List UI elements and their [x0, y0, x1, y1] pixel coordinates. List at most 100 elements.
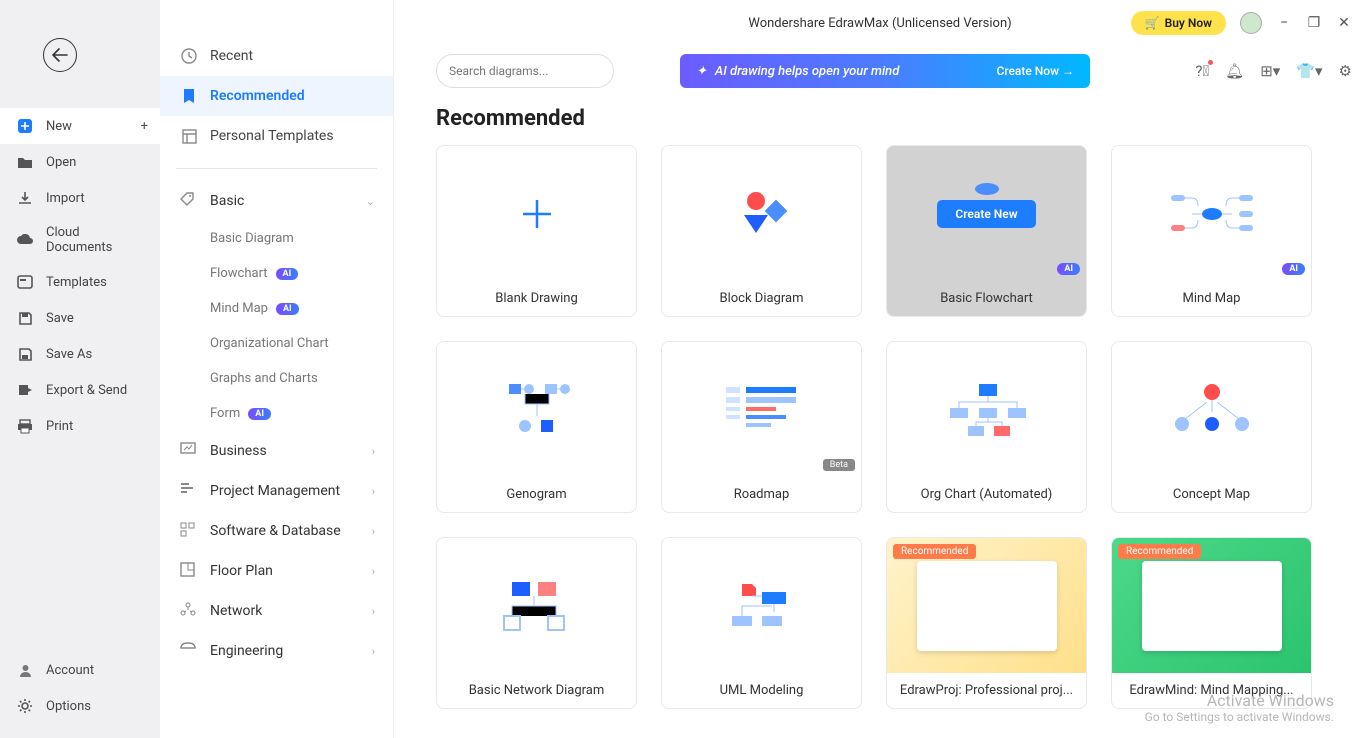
menu-options[interactable]: Options	[0, 688, 160, 724]
card-block-diagram[interactable]: Block Diagram	[661, 145, 862, 317]
chevron-right-icon: ›	[372, 645, 375, 658]
search-box[interactable]	[436, 54, 614, 88]
cat-basic[interactable]: Basic⌄	[160, 181, 393, 221]
menu-templates[interactable]: Templates	[0, 264, 160, 300]
cat-recommended[interactable]: Recommended	[160, 76, 393, 116]
folder-icon	[16, 153, 34, 171]
cat-engineering[interactable]: Engineering ›	[160, 631, 393, 671]
menu-label: New	[46, 119, 72, 134]
menu-open[interactable]: Open	[0, 144, 160, 180]
ai-banner[interactable]: ✦ AI drawing helps open your mind Create…	[680, 54, 1090, 88]
cat-network[interactable]: Network›	[160, 591, 393, 631]
avatar[interactable]	[1240, 12, 1262, 34]
banner-cta: Create Now →	[997, 64, 1074, 78]
file-menu-bottom: Account Options	[0, 652, 160, 724]
chevron-right-icon: ›	[372, 445, 375, 458]
create-new-button[interactable]: Create New	[937, 200, 1035, 228]
search-input[interactable]	[449, 64, 605, 78]
menu-save[interactable]: Save	[0, 300, 160, 336]
menu-print[interactable]: Print	[0, 408, 160, 444]
genogram-icon	[497, 380, 577, 440]
card-uml[interactable]: UML Modeling	[661, 537, 862, 709]
card-label: Block Diagram	[662, 281, 861, 316]
help-icon[interactable]: ?⃝	[1195, 62, 1209, 80]
cat-recent[interactable]: Recent	[160, 36, 393, 76]
card-label: EdrawProj: Professional proj...	[887, 673, 1086, 708]
apps-icon[interactable]: ⊞▾	[1260, 62, 1280, 80]
chevron-right-icon: ›	[372, 525, 375, 538]
uml-icon	[722, 578, 802, 633]
card-orgchart[interactable]: Org Chart (Automated)	[886, 341, 1087, 513]
maximize-button[interactable]: ❐	[1306, 15, 1322, 31]
engineering-icon	[180, 642, 198, 660]
network-diagram-icon	[492, 576, 582, 636]
card-label: Basic Network Diagram	[437, 673, 636, 708]
save-icon	[16, 309, 34, 327]
label: Business	[210, 443, 267, 459]
floorplan-icon	[180, 562, 198, 580]
menu-label: Cloud Documents	[46, 225, 144, 255]
cat-personal[interactable]: Personal Templates	[160, 116, 393, 156]
print-icon	[16, 417, 34, 435]
main-area: Wondershare EdrawMax (Unlicensed Version…	[394, 0, 1366, 738]
card-edrawproj[interactable]: RecommendedEdrawProj: Professional proj.…	[886, 537, 1087, 709]
menu-import[interactable]: Import	[0, 180, 160, 216]
back-button[interactable]	[43, 38, 77, 72]
minimize-button[interactable]: −	[1276, 15, 1292, 31]
cart-icon: 🛒	[1145, 16, 1160, 30]
gift-icon[interactable]: 👕▾	[1296, 62, 1322, 80]
settings-icon[interactable]: ⚙	[1339, 62, 1352, 80]
bell-icon[interactable]: 🔔︎	[1225, 62, 1244, 80]
category-top: Recent Recommended Personal Templates	[160, 0, 393, 156]
close-button[interactable]: ✕	[1336, 15, 1352, 31]
menu-label: Import	[46, 191, 85, 206]
menu-new[interactable]: New +	[0, 108, 160, 144]
menu-cloud[interactable]: Cloud Documents	[0, 216, 160, 264]
card-basic-network[interactable]: Basic Network Diagram	[436, 537, 637, 709]
label: Flowchart	[210, 266, 268, 281]
label: Engineering	[210, 643, 283, 659]
cat-floor[interactable]: Floor Plan›	[160, 551, 393, 591]
recommended-badge: Recommended	[1118, 544, 1201, 559]
toolbar-icons: ?⃝ 🔔︎ ⊞▾ 👕▾ ⚙	[1195, 62, 1352, 80]
sub-basic-diagram[interactable]: Basic Diagram	[160, 221, 393, 256]
sub-orgchart[interactable]: Organizational Chart	[160, 326, 393, 361]
menu-saveas[interactable]: Save As	[0, 336, 160, 372]
label: Mind Map	[210, 301, 268, 316]
sub-flowchart[interactable]: Flowchart AI	[160, 256, 393, 291]
card-label: Roadmap	[662, 477, 861, 512]
sub-form[interactable]: FormAI	[160, 396, 393, 431]
label: Project Management	[210, 483, 340, 499]
card-mind-map[interactable]: AIMind Map	[1111, 145, 1312, 317]
chevron-right-icon: ›	[372, 485, 375, 498]
buy-button[interactable]: 🛒Buy Now	[1131, 11, 1226, 35]
chevron-right-icon: ›	[372, 605, 375, 618]
card-basic-flowchart[interactable]: Create NewAIBasic Flowchart	[886, 145, 1087, 317]
card-concept-map[interactable]: Concept Map	[1111, 341, 1312, 513]
label: Recent	[210, 48, 253, 64]
ai-badge: AI	[276, 303, 299, 315]
sub-mindmap[interactable]: Mind Map AI	[160, 291, 393, 326]
cat-software[interactable]: Software & Database›	[160, 511, 393, 551]
bookmark-icon	[180, 87, 198, 105]
sub-graphs[interactable]: Graphs and Charts	[160, 361, 393, 396]
ai-badge: AI	[276, 268, 299, 280]
cat-business[interactable]: Business ›	[160, 431, 393, 471]
ai-badge: AI	[248, 408, 271, 420]
menu-account[interactable]: Account	[0, 652, 160, 688]
presentation-icon	[180, 442, 198, 460]
card-edrawmind[interactable]: RecommendedEdrawMind: Mind Mapping...	[1111, 537, 1312, 709]
file-menu: New + Open Import Cloud Documents Templa…	[0, 108, 160, 444]
category-list: Basic⌄ Basic Diagram Flowchart AI Mind Ma…	[160, 181, 393, 738]
shapes-icon	[732, 189, 792, 239]
card-roadmap[interactable]: BetaRoadmap	[661, 341, 862, 513]
card-genogram[interactable]: Genogram	[436, 341, 637, 513]
label: Basic	[210, 193, 244, 209]
category-sidebar: Recent Recommended Personal Templates Ba…	[160, 0, 394, 738]
plus-icon[interactable]: +	[141, 119, 148, 134]
menu-export[interactable]: Export & Send	[0, 372, 160, 408]
card-blank-drawing[interactable]: Blank Drawing	[436, 145, 637, 317]
cat-project[interactable]: Project Management ›	[160, 471, 393, 511]
label: Recommended	[210, 88, 305, 104]
label: Personal Templates	[210, 128, 334, 144]
